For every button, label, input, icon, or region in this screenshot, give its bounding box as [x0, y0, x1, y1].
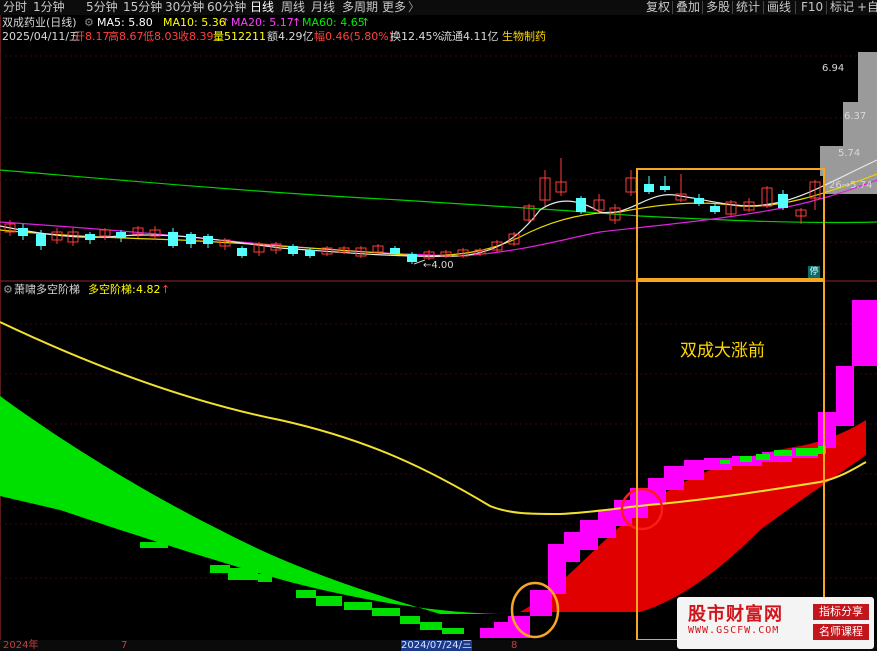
- candle-body: [237, 248, 247, 256]
- candle-body: [660, 186, 670, 190]
- candle-body: [116, 232, 126, 238]
- bear-step: [400, 616, 420, 624]
- candle-body: [710, 206, 720, 212]
- indicator-gear-icon[interactable]: ⚙: [3, 283, 13, 297]
- bull-step-cap: [756, 454, 770, 460]
- bull-step: [580, 520, 598, 550]
- bear-step: [228, 568, 258, 580]
- bear-band: [0, 396, 500, 614]
- indicator-name: 多空阶梯:: [88, 283, 136, 296]
- bull-step: [818, 412, 836, 448]
- suspend-tag: 停: [808, 266, 820, 278]
- bear-ladder-steps: [140, 542, 464, 634]
- price-label-low: ←4.00: [423, 260, 454, 271]
- price-label-574: 5.74: [838, 148, 861, 159]
- bull-step-cap: [720, 460, 730, 464]
- candle-body: [85, 234, 95, 240]
- bear-step: [258, 574, 272, 582]
- candle-body: [203, 236, 213, 244]
- bull-step-cap: [740, 456, 752, 462]
- bear-step: [316, 596, 342, 606]
- candle-body: [390, 248, 400, 254]
- axis-month-8: 8: [511, 640, 518, 651]
- indicator-title[interactable]: 萧啸多空阶梯: [14, 283, 80, 297]
- bull-step: [852, 300, 877, 366]
- candle-body: [778, 194, 788, 208]
- candle-body: [644, 184, 654, 192]
- candle-body: [407, 254, 417, 262]
- bull-step-cap: [774, 450, 792, 456]
- bull-step: [548, 544, 566, 594]
- ma20-line: [0, 179, 877, 257]
- bull-step: [598, 510, 616, 538]
- bull-step: [836, 366, 854, 426]
- axis-cursor-date: 2024/07/24/三: [401, 640, 473, 651]
- indicator-value: 4.82: [136, 283, 161, 296]
- candlesticks: [4, 158, 821, 264]
- candle-body: [36, 234, 46, 246]
- bull-step-cap: [796, 448, 818, 456]
- candle-body: [305, 250, 315, 256]
- logo-tag-courses: 名师课程: [813, 624, 869, 640]
- price-label-mid: 6.37: [844, 111, 867, 122]
- bull-step: [564, 532, 580, 562]
- bear-step: [344, 602, 372, 610]
- axis-year-label: 2024年: [3, 640, 39, 651]
- logo-tag-share: 指标分享: [813, 604, 869, 620]
- kline-chart[interactable]: [0, 0, 877, 651]
- axis-month-7: 7: [121, 640, 128, 651]
- bull-step: [494, 622, 508, 638]
- bear-step: [372, 608, 400, 616]
- bear-step: [140, 542, 168, 548]
- candle-body: [18, 228, 28, 236]
- candle-body: [576, 198, 586, 212]
- bear-step: [442, 628, 464, 634]
- annotation-text: 双成大涨前: [680, 341, 765, 361]
- candle-body: [168, 232, 178, 246]
- candle-body: [288, 246, 298, 254]
- candle-body: [694, 198, 704, 204]
- price-label-current: 26→5.74: [829, 180, 873, 191]
- logo-url: WWW.GSCFW.COM: [688, 625, 780, 636]
- up-arrow-icon: ↑: [161, 283, 171, 296]
- logo-name: 股市财富网: [688, 604, 783, 625]
- bear-step: [296, 590, 316, 598]
- candle-body: [186, 234, 196, 244]
- bull-step: [664, 466, 684, 490]
- bull-step: [684, 460, 704, 480]
- bull-step: [480, 628, 494, 638]
- bear-step: [420, 622, 442, 630]
- ma10-line: [0, 173, 877, 257]
- price-label-high: 6.94: [822, 63, 845, 74]
- bear-step: [210, 565, 230, 573]
